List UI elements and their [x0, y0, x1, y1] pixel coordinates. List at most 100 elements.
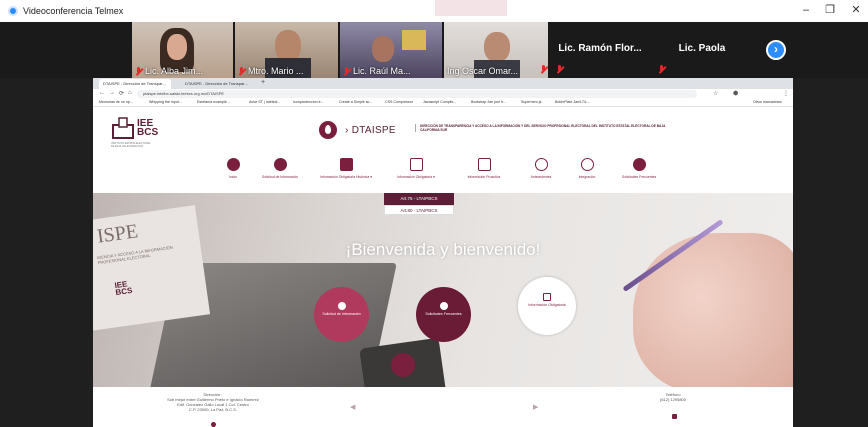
- participant-tile[interactable]: Lic. Alba Jim...: [132, 22, 233, 78]
- bookmark[interactable]: Otros marcadores: [753, 100, 782, 104]
- bookmark[interactable]: Estefanía example...: [197, 100, 230, 104]
- menu-item-historica[interactable]: Información Obligatoria Histórica ▾: [316, 158, 376, 179]
- obligatoria-circle-button[interactable]: Información Obligatoria: [518, 277, 576, 335]
- document-icon: [543, 293, 551, 301]
- participant-tile[interactable]: Lic. Raúl Ma...: [340, 22, 442, 78]
- bookmark[interactable]: CSS Compressor: [385, 100, 413, 104]
- ballot-box-icon: [112, 117, 134, 139]
- clipboard-icon: [477, 158, 491, 171]
- menu-icon[interactable]: ⋮: [783, 90, 789, 97]
- mic-muted-icon: [343, 66, 350, 76]
- archive-icon: [339, 158, 353, 171]
- participant-face: [484, 32, 510, 62]
- info-icon: [337, 302, 346, 310]
- forward-icon[interactable]: →: [109, 90, 115, 96]
- welcome-heading: ¡Bienvenida y bienvenido!: [345, 240, 541, 259]
- participant-name: Lic. Paola: [678, 43, 726, 54]
- carousel-next-arrow[interactable]: ▶: [533, 403, 538, 411]
- shared-screen-browser: DTAISPE - Dirección de Transpar… DTAISPE…: [93, 78, 793, 427]
- art-80-button[interactable]: Art.80 - LTAIPBCS: [384, 205, 454, 215]
- site-footer: Dirección : Sub mejor entre Guillermo Pr…: [93, 387, 793, 427]
- address-bar[interactable]: ptaispe.intelbc-saiskr.ieebcs.org.mx/DTA…: [137, 90, 697, 98]
- mic-muted-icon: [540, 65, 547, 74]
- mic-muted-icon: [238, 66, 245, 76]
- art-75-button[interactable]: Art.75 - LTAIPBCS: [384, 193, 454, 205]
- site-brand[interactable]: › DTAISPE: [345, 125, 396, 136]
- next-participants-button[interactable]: ›: [766, 40, 786, 60]
- home-icon: [226, 158, 240, 171]
- people-icon: [632, 158, 646, 171]
- participant-name: Ing Oscar Omar...: [447, 66, 519, 76]
- carousel-prev-arrow[interactable]: ◀: [350, 403, 355, 411]
- browser-tabbar: DTAISPE - Dirección de Transpar… DTAISPE…: [93, 78, 793, 89]
- bookmark[interactable]: Memorias de un op...: [99, 100, 133, 104]
- bookmark[interactable]: Whipping the input...: [149, 100, 182, 104]
- participant-name: Mtro. Mario ...: [238, 66, 304, 76]
- title-highlight: [435, 0, 507, 16]
- document-icon: [409, 158, 423, 171]
- hero-paper-logo: IEE BCS: [113, 279, 133, 298]
- bookmark[interactable]: Actor ST | Intelect...: [249, 100, 280, 104]
- bookmark[interactable]: Create a Simple sc...: [339, 100, 372, 104]
- recycle-icon: [580, 158, 594, 171]
- location-pin-icon: [209, 420, 218, 427]
- drop-logo-icon: [319, 121, 337, 139]
- bookmarks-bar: Memorias de un op... Whipping the input.…: [93, 99, 793, 107]
- participants-strip: Lic. Alba Jim... Mtro. Mario ... Lic. Ra…: [0, 22, 868, 78]
- star-icon[interactable]: ☆: [713, 90, 718, 97]
- new-tab-button[interactable]: +: [261, 79, 265, 86]
- bookmark[interactable]: Bootstrap Jan just fr...: [471, 100, 506, 104]
- mic-muted-icon: [135, 66, 142, 76]
- frecuentes-circle-button[interactable]: Solicitudes Frecuentes: [416, 287, 471, 342]
- participant-tile[interactable]: Mtro. Mario ...: [235, 22, 338, 78]
- participant-tile[interactable]: Lic. Ramón Flor...: [550, 22, 650, 78]
- browser-tab[interactable]: DTAISPE - Dirección de Transpar…: [99, 79, 171, 89]
- participant-name: Lic. Raúl Ma...: [343, 66, 411, 76]
- participant-tile[interactable]: Ing Oscar Omar...: [444, 22, 548, 78]
- footer-address: Dirección : Sub mejor entre Guillermo Pr…: [167, 392, 259, 412]
- bookmark[interactable]: Javascript Compile...: [423, 100, 456, 104]
- app-root: Videoconferencia Telmex – ❐ ✕ Lic. Alba …: [0, 0, 868, 427]
- browser-toolbar: ← → ⟳ ⌂ ptaispe.intelbc-saiskr.ieebcs.or…: [93, 89, 793, 99]
- website: IEE BCS INSTITUTO ESTATAL ELECTORAL DE B…: [93, 107, 793, 427]
- reload-icon[interactable]: ⟳: [119, 90, 124, 97]
- extensions-icon[interactable]: ⬢: [733, 90, 738, 97]
- home-icon[interactable]: ⌂: [128, 90, 132, 96]
- menu-item-proactiva[interactable]: Información Proactiva: [454, 158, 514, 179]
- app-icon: [8, 6, 18, 16]
- browser-tab[interactable]: DTAISPE - Dirección de Transpar…: [181, 79, 253, 89]
- back-icon[interactable]: ←: [99, 90, 105, 96]
- scales-icon: [534, 158, 548, 171]
- bookmark[interactable]: BoilerPlate Jan/LT/L...: [555, 100, 590, 104]
- drop-logo-icon: [391, 353, 415, 377]
- hero-banner: ISPE IGENCIA Y ACCESO A LA INFORMACIÓN P…: [93, 193, 793, 387]
- info-icon: [273, 158, 287, 171]
- menu-item-obligatoria[interactable]: Información Obligatoria ▾: [386, 158, 446, 179]
- participant-face: [372, 36, 394, 62]
- site-header: IEE BCS INSTITUTO ESTATAL ELECTORAL DE B…: [93, 107, 793, 153]
- bookmark[interactable]: Superhero.js: [521, 100, 541, 104]
- phone-icon: [672, 414, 677, 419]
- people-icon: [439, 302, 448, 310]
- menu-item-solicitud[interactable]: Solicitud de Información: [250, 158, 310, 179]
- window-titlebar: Videoconferencia Telmex – ❐ ✕: [0, 0, 868, 22]
- participant-video: [402, 30, 426, 50]
- participant-name: Lic. Ramón Flor...: [558, 43, 642, 54]
- close-button[interactable]: ✕: [846, 2, 866, 18]
- site-brand-description: DIRECCIÓN DE TRANSPARENCIA Y ACCESO A LA…: [415, 124, 685, 132]
- mic-muted-icon: [658, 65, 665, 74]
- participant-name: Lic. Alba Jim...: [135, 66, 203, 76]
- participant-tile[interactable]: Lic. Paola: [652, 22, 752, 78]
- menu-item-frecuentes[interactable]: Solicitudes Frecuentes: [609, 158, 669, 179]
- solicitud-circle-button[interactable]: Solicitud de Información: [314, 287, 369, 342]
- site-logo-subtitle: INSTITUTO ESTATAL ELECTORAL DE BAJA CALI…: [111, 142, 151, 148]
- site-menu: Inicio Solicitud de Información Informac…: [93, 153, 793, 193]
- bookmark[interactable]: Iconpicoleccion.e...: [293, 100, 324, 104]
- mic-muted-icon: [556, 65, 563, 74]
- menu-item-integracion[interactable]: Integración: [557, 158, 617, 179]
- restore-button[interactable]: ❐: [820, 2, 840, 18]
- footer-phone: Teléfono (612) 1295800: [659, 392, 687, 402]
- minimize-button[interactable]: –: [796, 2, 816, 18]
- participant-face: [167, 34, 187, 60]
- site-logo-text[interactable]: IEE BCS: [137, 119, 158, 138]
